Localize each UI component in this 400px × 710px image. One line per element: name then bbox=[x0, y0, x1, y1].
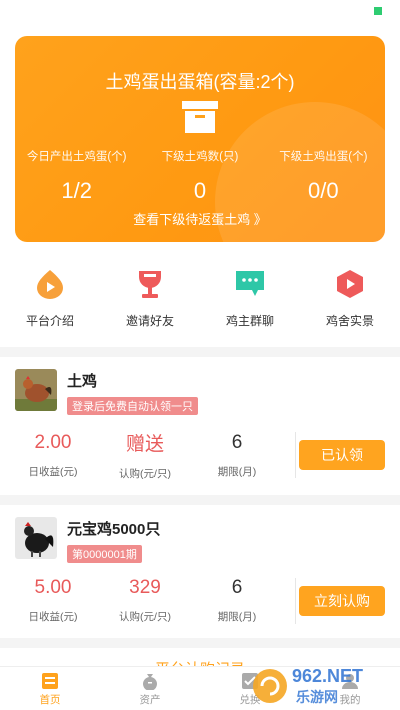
egg-stats: 今日产出土鸡蛋(个) 1/2 下级土鸡数(只) 0 下级土鸡出蛋(个) 0/0 bbox=[15, 148, 385, 204]
term-months: 6 期限(月) bbox=[199, 432, 275, 479]
quick-nav-label: 鸡舍实景 bbox=[325, 314, 374, 328]
group-chat-icon bbox=[236, 271, 264, 296]
claimed-button[interactable]: 已认领 bbox=[299, 440, 385, 470]
tab-exchange[interactable]: 兑换 bbox=[200, 667, 300, 710]
quick-nav-label: 平台介绍 bbox=[25, 314, 74, 328]
subscription-price-label: 认购(元/只) bbox=[119, 468, 171, 480]
view-subordinate-link[interactable]: 查看下级待返蛋土鸡 》 bbox=[15, 209, 385, 228]
tab-home[interactable]: 首页 bbox=[0, 667, 100, 710]
hero-section: 土鸡蛋出蛋箱(容量:2个) 今日产出土鸡蛋(个) 1/2 下级土鸡数(只) 0 … bbox=[0, 28, 400, 254]
daily-income-label: 日收益(元) bbox=[28, 465, 78, 478]
bottom-tabbar: 首页 资产 兑换 我的 bbox=[0, 666, 400, 710]
egg-box-icon bbox=[182, 101, 218, 133]
platform-intro-icon bbox=[37, 270, 63, 299]
daily-income-value: 5.00 bbox=[34, 577, 72, 598]
subscription-price: 329 认购(元/只) bbox=[107, 577, 183, 624]
daily-income-value: 2.00 bbox=[34, 431, 72, 453]
term-value: 6 bbox=[231, 431, 243, 453]
product-tag: 登录后免费自动认领一只 bbox=[67, 397, 198, 415]
quick-nav-group-chat[interactable]: 鸡主群聊 bbox=[200, 268, 300, 329]
term-value: 6 bbox=[231, 577, 243, 598]
tab-assets[interactable]: 资产 bbox=[100, 667, 200, 710]
divider bbox=[295, 577, 296, 624]
user-icon bbox=[342, 674, 358, 689]
quick-nav-coop-live[interactable]: 鸡舍实景 bbox=[300, 268, 400, 329]
subscription-price-label: 认购(元/只) bbox=[119, 611, 171, 623]
quick-nav-invite-friend[interactable]: 邀请好友 bbox=[100, 268, 200, 329]
coop-live-icon bbox=[337, 270, 363, 298]
egg-box-title: 土鸡蛋出蛋箱(容量:2个) bbox=[105, 72, 295, 92]
egg-stat-label: 下级土鸡数(只) bbox=[161, 151, 239, 163]
egg-stat-value: 1/2 bbox=[61, 178, 92, 203]
subscription-price-value: 赠送 bbox=[125, 434, 164, 455]
term-label: 期限(月) bbox=[217, 465, 257, 478]
product-name: 土鸡 bbox=[67, 373, 98, 390]
subscription-price-value: 329 bbox=[129, 577, 161, 598]
quick-nav-label: 鸡主群聊 bbox=[225, 314, 274, 328]
status-bar bbox=[0, 0, 400, 28]
quick-nav-platform-intro[interactable]: 平台介绍 bbox=[0, 268, 100, 329]
tab-mine[interactable]: 我的 bbox=[300, 667, 400, 710]
home-icon bbox=[42, 673, 58, 689]
tab-label: 兑换 bbox=[239, 694, 261, 706]
daily-income-label: 日收益(元) bbox=[28, 611, 78, 623]
egg-stat: 下级土鸡出蛋(个) 0/0 bbox=[262, 148, 385, 204]
exchange-icon bbox=[242, 673, 258, 689]
egg-box-card: 土鸡蛋出蛋箱(容量:2个) 今日产出土鸡蛋(个) 1/2 下级土鸡数(只) 0 … bbox=[15, 36, 385, 242]
chicken-photo bbox=[15, 369, 57, 411]
tab-label: 我的 bbox=[339, 694, 361, 706]
egg-stat-value: 0 bbox=[193, 178, 207, 203]
daily-income: 2.00 日收益(元) bbox=[15, 432, 91, 479]
subscribe-now-button[interactable]: 立刻认购 bbox=[299, 585, 385, 616]
divider bbox=[295, 432, 296, 478]
status-indicator-icon bbox=[374, 7, 382, 15]
product-card: 土鸡 登录后免费自动认领一只 2.00 日收益(元) 赠送 认购(元/只) 6 … bbox=[0, 357, 400, 495]
daily-income: 5.00 日收益(元) bbox=[15, 577, 91, 624]
tab-label: 资产 bbox=[139, 694, 161, 706]
invite-friend-icon bbox=[139, 271, 161, 298]
tab-label: 首页 bbox=[39, 694, 61, 706]
term-label: 期限(月) bbox=[217, 611, 257, 623]
product-name: 元宝鸡5000只 bbox=[67, 521, 161, 538]
egg-stat: 今日产出土鸡蛋(个) 1/2 bbox=[15, 148, 138, 204]
subscription-price: 赠送 认购(元/只) bbox=[107, 429, 183, 481]
money-bag-icon bbox=[143, 674, 157, 690]
term-months: 6 期限(月) bbox=[199, 577, 275, 624]
egg-stat: 下级土鸡数(只) 0 bbox=[138, 148, 261, 204]
egg-stat-label: 今日产出土鸡蛋(个) bbox=[26, 151, 127, 163]
quick-nav-label: 邀请好友 bbox=[125, 314, 174, 328]
egg-stat-value: 0/0 bbox=[308, 178, 339, 203]
chicken-photo bbox=[15, 517, 57, 559]
product-card: 元宝鸡5000只 第0000001期 5.00 日收益(元) 329 认购(元/… bbox=[0, 505, 400, 638]
quick-nav: 平台介绍 邀请好友 鸡主群聊 鸡舍实景 bbox=[0, 254, 400, 347]
product-tag: 第0000001期 bbox=[67, 545, 142, 563]
egg-stat-label: 下级土鸡出蛋(个) bbox=[279, 151, 368, 163]
